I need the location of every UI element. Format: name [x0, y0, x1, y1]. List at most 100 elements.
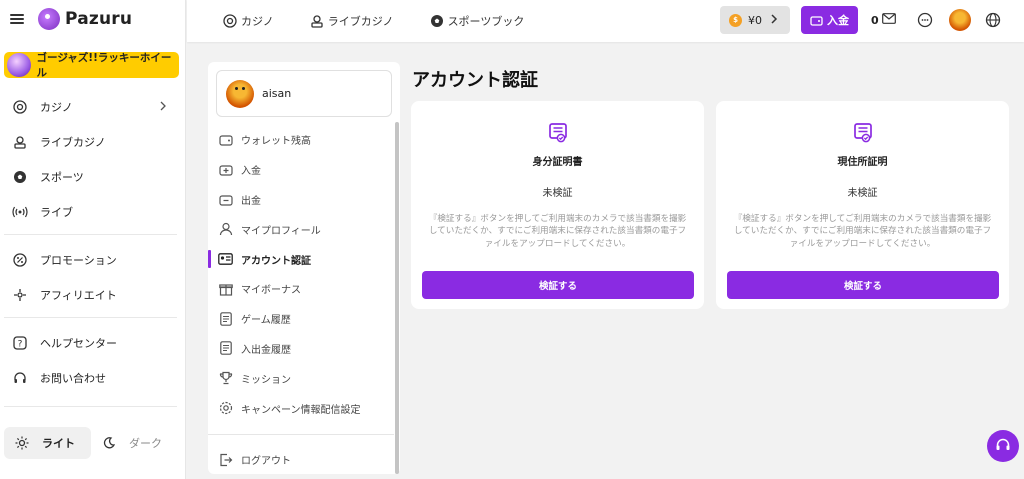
mail-button[interactable]: 0: [871, 13, 896, 27]
svg-text:?: ?: [18, 339, 23, 349]
wallet-icon: [810, 14, 823, 27]
card-title: 身分証明書: [532, 157, 583, 168]
theme-dark-label: ダーク: [129, 437, 162, 450]
gift-icon: [218, 281, 233, 296]
account-menu-list: ウォレット残高 入金 出金 マイプロフィール アカウント認証 マイボーナス ゲー…: [208, 125, 394, 423]
verify-id-button[interactable]: 検証する: [422, 271, 694, 299]
menu-item-label: マイボーナス: [241, 285, 301, 297]
verify-document-icon: [548, 123, 568, 143]
live-dealer-icon: [310, 14, 324, 28]
sidebar-item-label: ライブ: [40, 205, 73, 219]
menu-item-label: アカウント認証: [241, 255, 311, 267]
menu-item-campaign-settings[interactable]: キャンペーン情報配信設定: [208, 393, 394, 423]
trophy-icon: [218, 371, 233, 386]
document-icon: [218, 341, 233, 356]
card-description: 『検証する』ボタンを押してご利用端末のカメラで該当書類を撮影していただくか、すで…: [733, 214, 992, 249]
promo-label: ゴージャズ!!ラッキーホイール: [36, 52, 172, 79]
chevron-right-icon: [159, 101, 167, 114]
gear-icon: [218, 401, 233, 416]
mail-icon: [881, 13, 896, 27]
live-dealer-icon: [12, 134, 28, 150]
sidebar-item-help-center[interactable]: ? ヘルプセンター: [0, 325, 185, 360]
deposit-icon: [218, 162, 233, 177]
sidebar-item-live-casino[interactable]: ライブカジノ: [0, 124, 185, 159]
coin-icon: $: [729, 13, 742, 27]
sun-icon: [14, 435, 30, 451]
mail-count: 0: [871, 13, 879, 27]
withdraw-icon: [218, 192, 233, 207]
menu-item-transaction-history[interactable]: 入出金履歴: [208, 334, 394, 364]
logout-button[interactable]: ログアウト: [208, 445, 394, 475]
menu-item-my-profile[interactable]: マイプロフィール: [208, 214, 394, 244]
logout-icon: [218, 452, 233, 467]
menu-item-account-verification[interactable]: アカウント認証: [208, 244, 394, 274]
menu-item-label: キャンペーン情報配信設定: [241, 404, 361, 416]
verification-status: 未検証: [542, 188, 573, 199]
soccer-ball-icon: [430, 14, 444, 28]
sidebar-item-promotion[interactable]: プロモーション: [0, 242, 185, 277]
menu-item-label: 入金: [241, 166, 261, 178]
menu-item-my-bonus[interactable]: マイボーナス: [208, 274, 394, 304]
wallet-balance-button[interactable]: $ ¥0: [720, 6, 790, 34]
document-icon: [218, 311, 233, 326]
casino-chip-icon: [223, 14, 237, 28]
nav-group-promo: プロモーション アフィリエイト: [0, 235, 185, 317]
sidebar-item-label: お問い合わせ: [40, 371, 106, 385]
menu-item-game-history[interactable]: ゲーム履歴: [208, 304, 394, 334]
sidebar-item-sports[interactable]: スポーツ: [0, 159, 185, 194]
menu-item-deposit[interactable]: 入金: [208, 155, 394, 185]
chat-icon[interactable]: [917, 12, 933, 28]
sidebar-item-label: スポーツ: [40, 170, 84, 184]
address-verification-card: 現住所証明 未検証 『検証する』ボタンを押してご利用端末のカメラで該当書類を撮影…: [716, 101, 1009, 309]
menu-item-label: ウォレット残高: [241, 136, 311, 148]
verification-status: 未検証: [847, 188, 878, 199]
deposit-button[interactable]: 入金: [801, 6, 858, 34]
menu-item-wallet-balance[interactable]: ウォレット残高: [208, 125, 394, 155]
sidebar-item-contact[interactable]: お問い合わせ: [0, 360, 185, 395]
user-card[interactable]: aisan: [216, 70, 392, 117]
broadcast-icon: [12, 204, 28, 220]
hamburger-menu-icon[interactable]: [10, 14, 24, 24]
sidebar-item-casino[interactable]: カジノ: [0, 89, 185, 124]
header-link-label: スポーツブック: [447, 15, 525, 28]
avatar[interactable]: [949, 9, 971, 31]
logout-label: ログアウト: [241, 456, 291, 468]
top-header: カジノ ライブカジノ スポーツブック $ ¥0 入金 0: [187, 0, 1024, 42]
menu-item-label: マイプロフィール: [241, 225, 321, 237]
balance-value: ¥0: [748, 13, 762, 27]
logo-icon[interactable]: [38, 8, 60, 30]
left-sidebar: Pazuru ゴージャズ!!ラッキーホイール カジノ ライブカジノ スポーツ ラ…: [0, 0, 186, 479]
menu-item-withdraw[interactable]: 出金: [208, 185, 394, 215]
nav-group-support: ? ヘルプセンター お問い合わせ: [0, 318, 185, 400]
menu-scrollbar[interactable]: [395, 122, 399, 474]
sidebar-item-label: ライブカジノ: [40, 135, 106, 149]
logout-section: ログアウト: [208, 445, 394, 475]
card-title: 現住所証明: [837, 157, 888, 168]
sidebar-item-label: ヘルプセンター: [40, 336, 117, 350]
sidebar-divider: [4, 406, 177, 407]
menu-item-mission[interactable]: ミッション: [208, 363, 394, 393]
casino-chip-icon: [12, 99, 28, 115]
sidebar-top: Pazuru: [0, 0, 185, 38]
menu-item-label: 出金: [241, 195, 261, 207]
lucky-wheel-banner[interactable]: ゴージャズ!!ラッキーホイール: [4, 52, 179, 79]
logo-text[interactable]: Pazuru: [65, 9, 132, 29]
header-link-casino[interactable]: カジノ: [223, 13, 274, 29]
sidebar-item-affiliate[interactable]: アフィリエイト: [0, 277, 185, 312]
theme-dark-button[interactable]: ダーク: [91, 427, 178, 459]
sidebar-item-label: アフィリエイト: [40, 288, 117, 302]
account-menu-panel: aisan ウォレット残高 入金 出金 マイプロフィール アカウント認証 マイボ…: [208, 62, 400, 474]
user-icon: [218, 222, 233, 237]
header-link-sportsbook[interactable]: スポーツブック: [430, 13, 525, 29]
verify-address-button[interactable]: 検証する: [727, 271, 999, 299]
support-chat-button[interactable]: [987, 430, 1019, 462]
affiliate-icon: [12, 287, 28, 303]
username: aisan: [262, 87, 292, 100]
theme-light-button[interactable]: ライト: [4, 427, 91, 459]
wallet-icon: [218, 132, 233, 147]
menu-item-label: 入出金履歴: [241, 344, 291, 356]
sidebar-item-live[interactable]: ライブ: [0, 194, 185, 229]
header-link-live-casino[interactable]: ライブカジノ: [310, 13, 394, 29]
globe-icon[interactable]: [985, 12, 1001, 28]
sidebar-item-label: プロモーション: [40, 253, 117, 267]
